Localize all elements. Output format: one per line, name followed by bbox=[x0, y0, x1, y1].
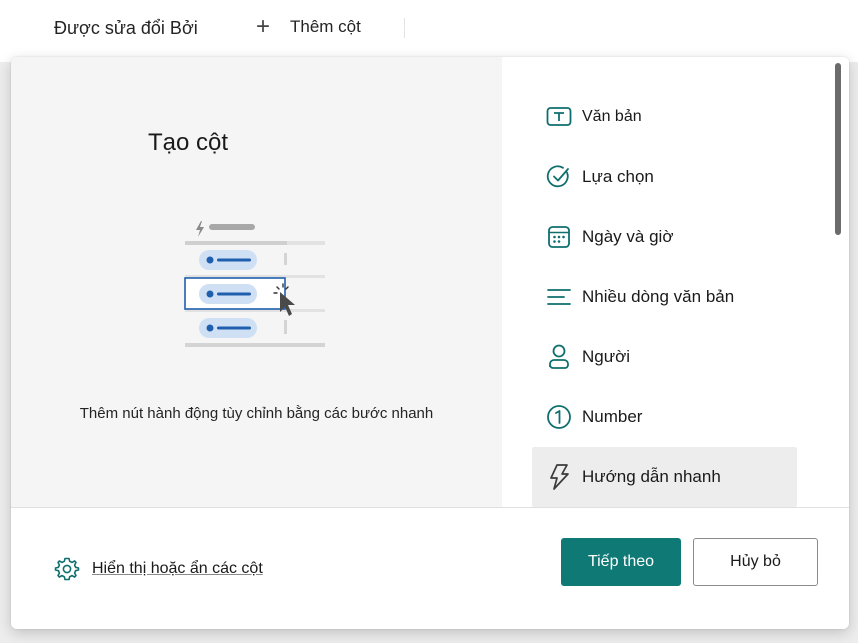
column-type-label: Hướng dẫn nhanh bbox=[582, 467, 721, 486]
text-box-icon bbox=[544, 102, 574, 132]
column-type-label: Người bbox=[582, 347, 631, 366]
add-column-button[interactable]: + Thêm cột bbox=[256, 13, 361, 40]
column-type-label: Văn bản bbox=[582, 108, 642, 125]
column-type-date-time[interactable]: Ngày và giờ bbox=[532, 207, 797, 267]
quick-steps-illustration-icon bbox=[184, 221, 325, 347]
choice-check-icon bbox=[544, 162, 574, 192]
dialog-description: Thêm nút hành động tùy chỉnh bằng các bư… bbox=[79, 405, 434, 422]
dialog-footer: Hiển thị hoặc ẩn các cột Tiếp theo Hủy b… bbox=[11, 508, 849, 629]
multiline-text-icon bbox=[544, 282, 574, 312]
column-type-label: Nhiều dòng văn bản bbox=[582, 287, 735, 306]
lightning-icon bbox=[544, 462, 574, 492]
modified-by-column-header[interactable]: Được sửa đổi Bởi bbox=[54, 18, 198, 39]
header-divider bbox=[404, 18, 405, 38]
column-type-label: Number bbox=[582, 407, 643, 426]
plus-icon: + bbox=[256, 13, 271, 40]
column-type-number[interactable]: Number bbox=[532, 387, 797, 447]
column-type-label: Lựa chọn bbox=[582, 167, 654, 186]
column-type-list: Văn bản Lựa chọn Ngày và giờ Nhiều dòng … bbox=[532, 87, 797, 507]
column-type-label: Ngày và giờ bbox=[582, 227, 674, 246]
column-type-panel: Văn bản Lựa chọn Ngày và giờ Nhiều dòng … bbox=[502, 57, 849, 507]
calendar-icon bbox=[544, 222, 574, 252]
column-type-quick-steps[interactable]: Hướng dẫn nhanh bbox=[532, 447, 797, 507]
show-hide-columns-link[interactable]: Hiển thị hoặc ẩn các cột bbox=[54, 556, 263, 582]
create-column-dialog: Tạo cột Thêm nút hành động tùy chỉnh bằn… bbox=[11, 57, 849, 629]
list-header-bar: Được sửa đổi Bởi + Thêm cột bbox=[0, 0, 858, 62]
column-type-choice[interactable]: Lựa chọn bbox=[532, 147, 797, 207]
column-type-multiline-text[interactable]: Nhiều dòng văn bản bbox=[532, 267, 797, 327]
person-icon bbox=[544, 342, 574, 372]
next-button[interactable]: Tiếp theo bbox=[561, 538, 681, 586]
column-type-person[interactable]: Người bbox=[532, 327, 797, 387]
cancel-button[interactable]: Hủy bỏ bbox=[693, 538, 818, 586]
add-column-label: Thêm cột bbox=[290, 17, 361, 36]
show-hide-columns-label: Hiển thị hoặc ẩn các cột bbox=[92, 560, 263, 577]
column-type-scrollbar[interactable] bbox=[835, 63, 841, 235]
dialog-title: Tạo cột bbox=[148, 129, 229, 156]
gear-icon bbox=[54, 556, 80, 582]
column-type-text[interactable]: Văn bản bbox=[532, 87, 797, 147]
dialog-info-panel: Tạo cột Thêm nút hành động tùy chỉnh bằn… bbox=[11, 57, 502, 507]
number-one-icon bbox=[544, 402, 574, 432]
